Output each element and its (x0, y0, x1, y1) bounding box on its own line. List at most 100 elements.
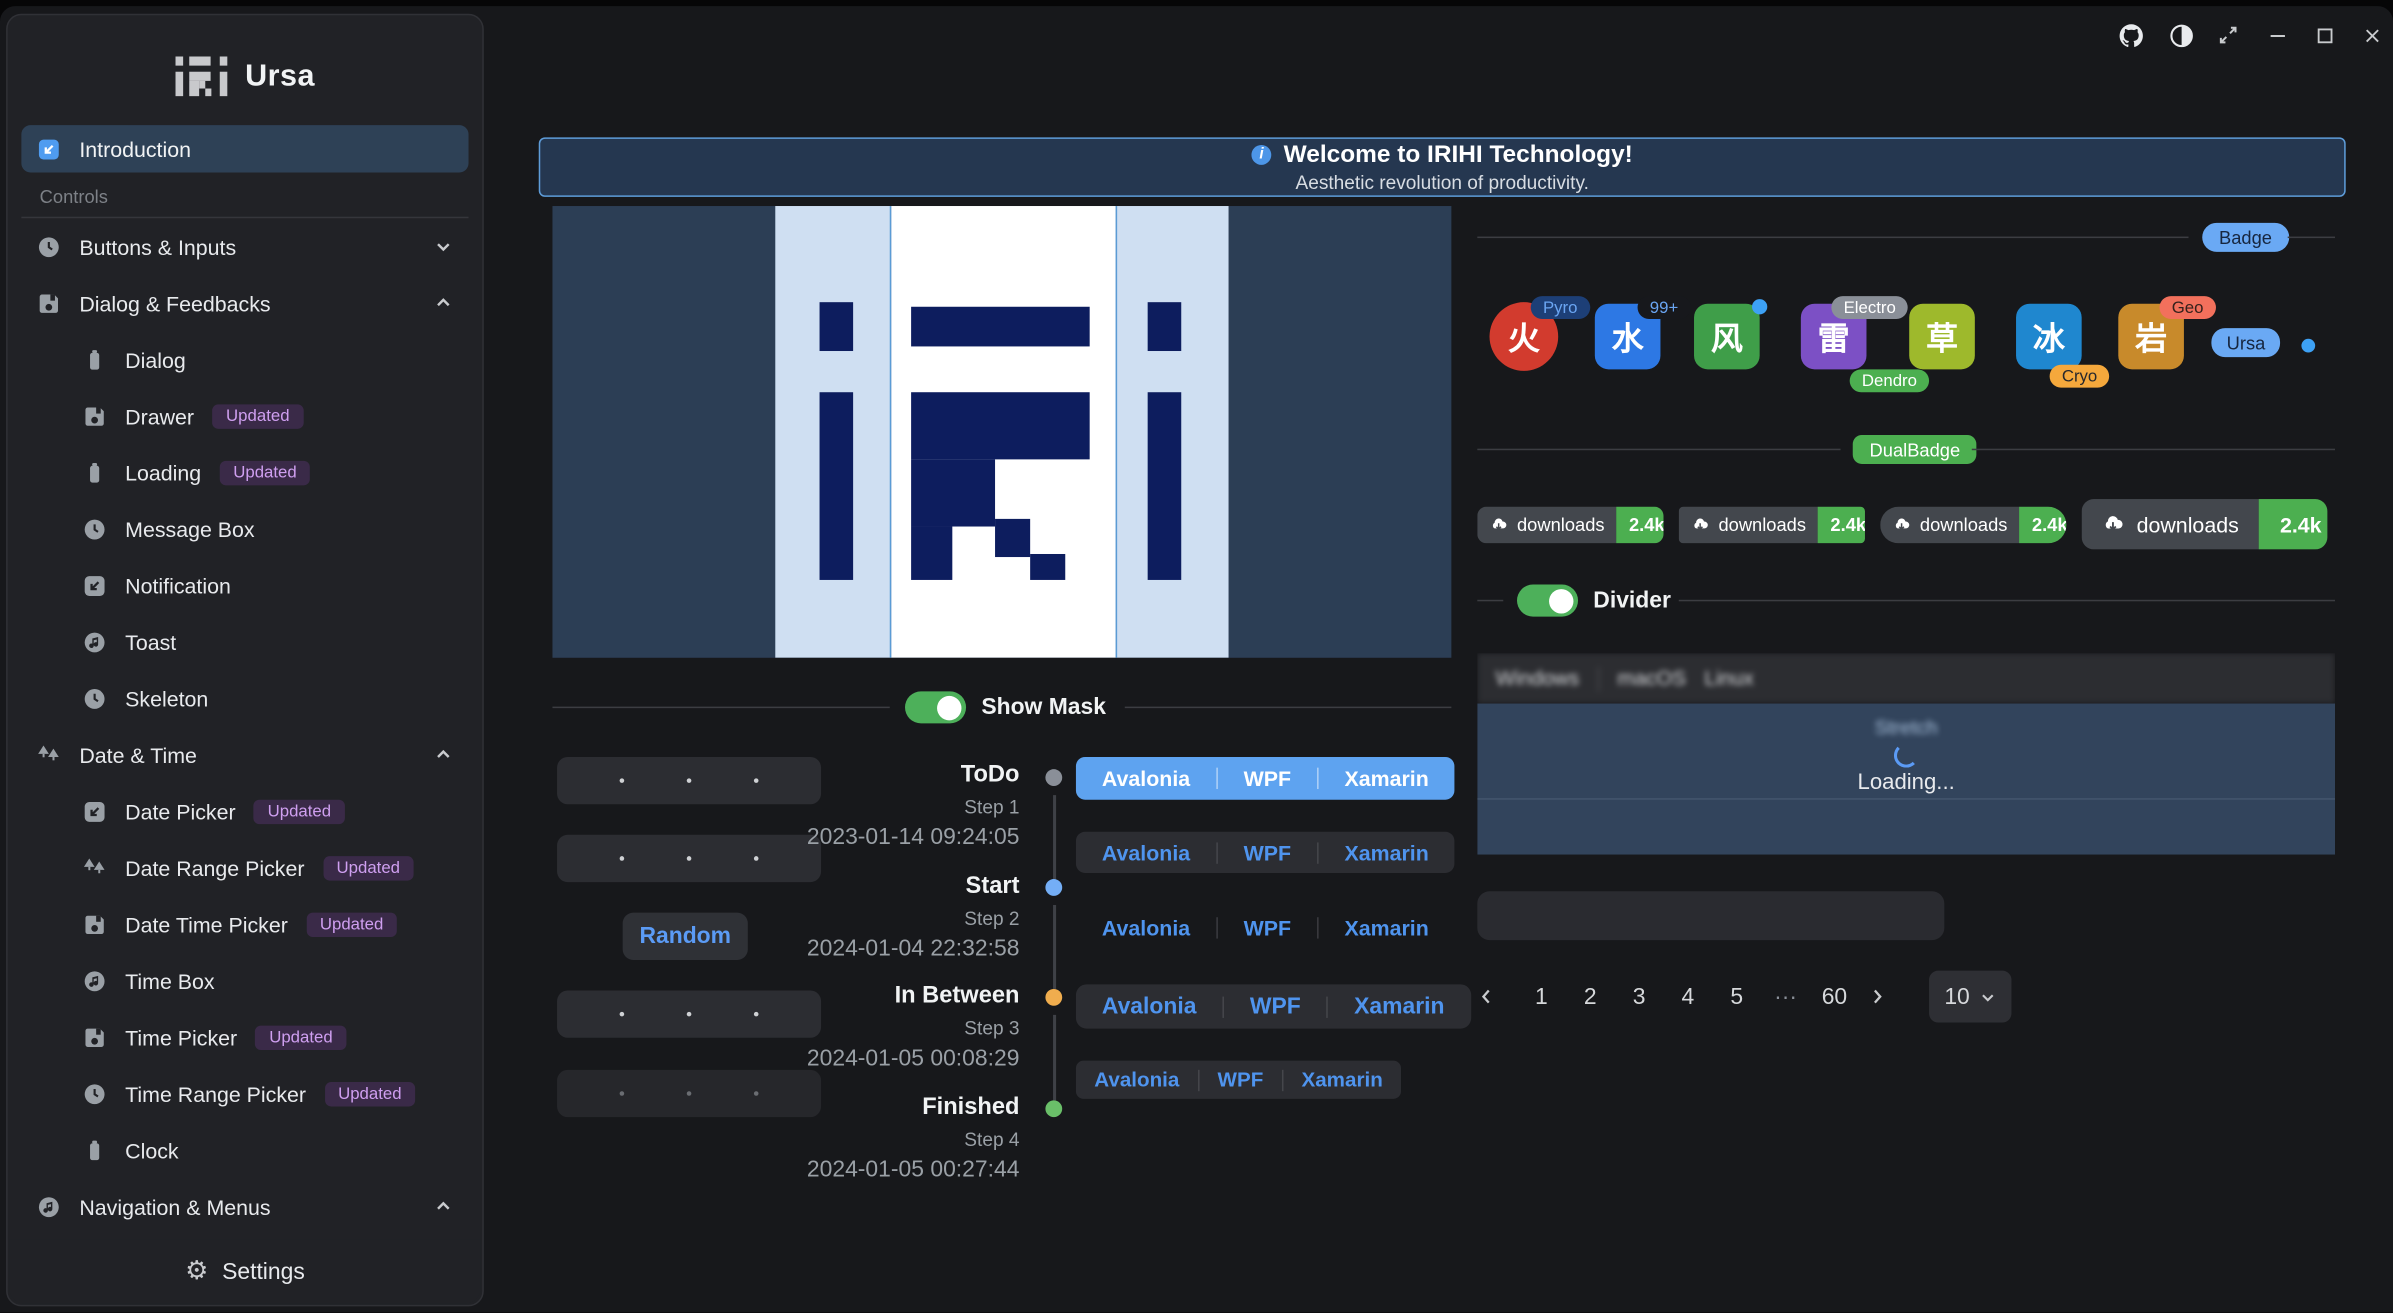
sidebar-item-date-time-picker[interactable]: Date Time Picker Updated (21, 896, 468, 952)
dendro-badge: Dendro (1850, 369, 1929, 392)
xamarin-button[interactable]: Xamarin (1319, 766, 1455, 790)
sidebar-group-dialog-feedbacks[interactable]: Dialog & Feedbacks (21, 275, 468, 331)
download-cloud-icon (1691, 516, 1709, 534)
settings-label: Settings (222, 1258, 305, 1284)
xamarin-button[interactable]: Xamarin (1319, 840, 1455, 864)
page-button-3[interactable]: 3 (1624, 984, 1655, 1010)
loading-spinner (1894, 743, 1918, 767)
close-button[interactable] (2356, 21, 2387, 48)
sidebar-item-notification[interactable]: Notification (21, 557, 468, 613)
clock-icon (37, 234, 61, 258)
github-icon (2118, 22, 2144, 48)
avalonia-button[interactable]: Avalonia (1076, 1068, 1198, 1091)
avalonia-button[interactable]: Avalonia (1076, 994, 1222, 1020)
avalonia-button[interactable]: Avalonia (1076, 840, 1216, 864)
tab-windows[interactable]: Windows (1496, 667, 1580, 690)
music-note-icon (82, 630, 106, 654)
minimize-button[interactable] (2262, 21, 2293, 48)
theme-toggle-button[interactable] (2166, 21, 2197, 48)
gear-icon: ⚙ (185, 1258, 208, 1284)
wpf-button[interactable]: WPF (1199, 1068, 1281, 1091)
pyro-badge: Pyro (1531, 296, 1590, 319)
battery-icon (82, 347, 106, 371)
count-badge: 99+ (1638, 296, 1691, 319)
download-cloud-icon (1490, 516, 1508, 534)
button-group-dark: Avalonia WPF Xamarin (1076, 832, 1455, 873)
page-next-button[interactable] (1868, 987, 1899, 1005)
welcome-banner: i Welcome to IRIHI Technology! Aesthetic… (539, 137, 2346, 197)
sidebar-item-date-range-picker[interactable]: Date Range Picker Updated (21, 839, 468, 895)
fullscreen-button[interactable] (2213, 21, 2244, 48)
page-button-1[interactable]: 1 (1526, 984, 1557, 1010)
wpf-button[interactable]: WPF (1224, 994, 1327, 1020)
step-label: Step 2 (964, 908, 1019, 929)
show-mask-label: Show Mask (981, 694, 1106, 720)
sidebar-item-message-box[interactable]: Message Box (21, 501, 468, 557)
random-button[interactable]: Random (623, 913, 748, 960)
downloads-badge: downloads 2.4k (2082, 499, 2328, 549)
button-group-small: Avalonia WPF Xamarin (1076, 1061, 1401, 1099)
page-size-select[interactable]: 10 (1929, 971, 2011, 1023)
electro-badge: Electro (1831, 296, 1908, 319)
tab-separator (1598, 666, 1600, 690)
sidebar-item-time-picker[interactable]: Time Picker Updated (21, 1009, 468, 1065)
divider-toggle[interactable] (1517, 585, 1578, 617)
page-button-4[interactable]: 4 (1673, 984, 1704, 1010)
wpf-button[interactable]: WPF (1218, 766, 1317, 790)
xamarin-button[interactable]: Xamarin (1283, 1068, 1401, 1091)
ip-input[interactable] (557, 835, 821, 882)
clock-icon (82, 686, 106, 710)
badge-tile-wind: 风 (1694, 304, 1760, 370)
wpf-button[interactable]: WPF (1218, 915, 1317, 939)
maximize-button[interactable] (2309, 21, 2340, 48)
sidebar-item-time-box[interactable]: Time Box (21, 952, 468, 1008)
settings-button[interactable]: ⚙ Settings (9, 1239, 481, 1303)
sidebar-item-date-picker[interactable]: Date Picker Updated (21, 783, 468, 839)
content-divider (1477, 798, 2335, 800)
sidebar-item-skeleton[interactable]: Skeleton (21, 670, 468, 726)
button-group-large: Avalonia WPF Xamarin (1076, 984, 1471, 1028)
sidebar-item-time-range-picker[interactable]: Time Range Picker Updated (21, 1065, 468, 1121)
floppy-icon (37, 291, 61, 315)
tab-macos[interactable]: macOS (1617, 667, 1686, 690)
tab-linux[interactable]: Linux (1704, 667, 1753, 690)
trees-icon (82, 855, 106, 879)
page-button-2[interactable]: 2 (1575, 984, 1606, 1010)
sidebar-item-toast[interactable]: Toast (21, 614, 468, 670)
avalonia-button[interactable]: Avalonia (1076, 766, 1216, 790)
page-button-5[interactable]: 5 (1721, 984, 1752, 1010)
sidebar: Ursa Introduction Controls Buttons & Inp… (6, 14, 484, 1307)
step-label: Step 3 (964, 1018, 1019, 1039)
sidebar-item-clock[interactable]: Clock (21, 1122, 468, 1178)
sidebar-item-loading[interactable]: Loading Updated (21, 444, 468, 500)
empty-input-bar[interactable] (1477, 891, 1944, 940)
sidebar-item-dialog[interactable]: Dialog (21, 331, 468, 387)
floppy-icon (82, 404, 106, 428)
sidebar-group-navigation-menus[interactable]: Navigation & Menus (21, 1178, 468, 1234)
avalonia-button[interactable]: Avalonia (1076, 915, 1216, 939)
arrow-icon (37, 137, 61, 161)
app-title: Ursa (245, 59, 315, 94)
updated-badge: Updated (324, 1081, 415, 1105)
page-ellipsis[interactable]: ··· (1770, 984, 1801, 1010)
ip-input[interactable] (557, 757, 821, 804)
button-group-ghost: Avalonia WPF Xamarin (1076, 907, 1455, 948)
step-time: 2023-01-14 09:24:05 (807, 824, 1020, 850)
sidebar-group-date-time[interactable]: Date & Time (21, 726, 468, 782)
xamarin-button[interactable]: Xamarin (1319, 915, 1455, 939)
sidebar-item-introduction[interactable]: Introduction (21, 125, 468, 172)
arrow-icon (82, 573, 106, 597)
page-prev-button[interactable] (1477, 987, 1508, 1005)
page-button-60[interactable]: 60 (1819, 984, 1850, 1010)
step-title: In Between (895, 983, 1020, 1010)
xamarin-button[interactable]: Xamarin (1328, 994, 1470, 1020)
github-button[interactable] (2115, 21, 2146, 48)
show-mask-toggle[interactable] (905, 691, 966, 723)
ip-input[interactable] (557, 990, 821, 1037)
downloads-badge: downloads 2.4k (1880, 507, 2066, 544)
chevron-up-icon (433, 293, 453, 313)
maximize-icon (2313, 24, 2336, 47)
wpf-button[interactable]: WPF (1218, 840, 1317, 864)
sidebar-group-buttons-inputs[interactable]: Buttons & Inputs (21, 218, 468, 274)
sidebar-item-drawer[interactable]: Drawer Updated (21, 388, 468, 444)
